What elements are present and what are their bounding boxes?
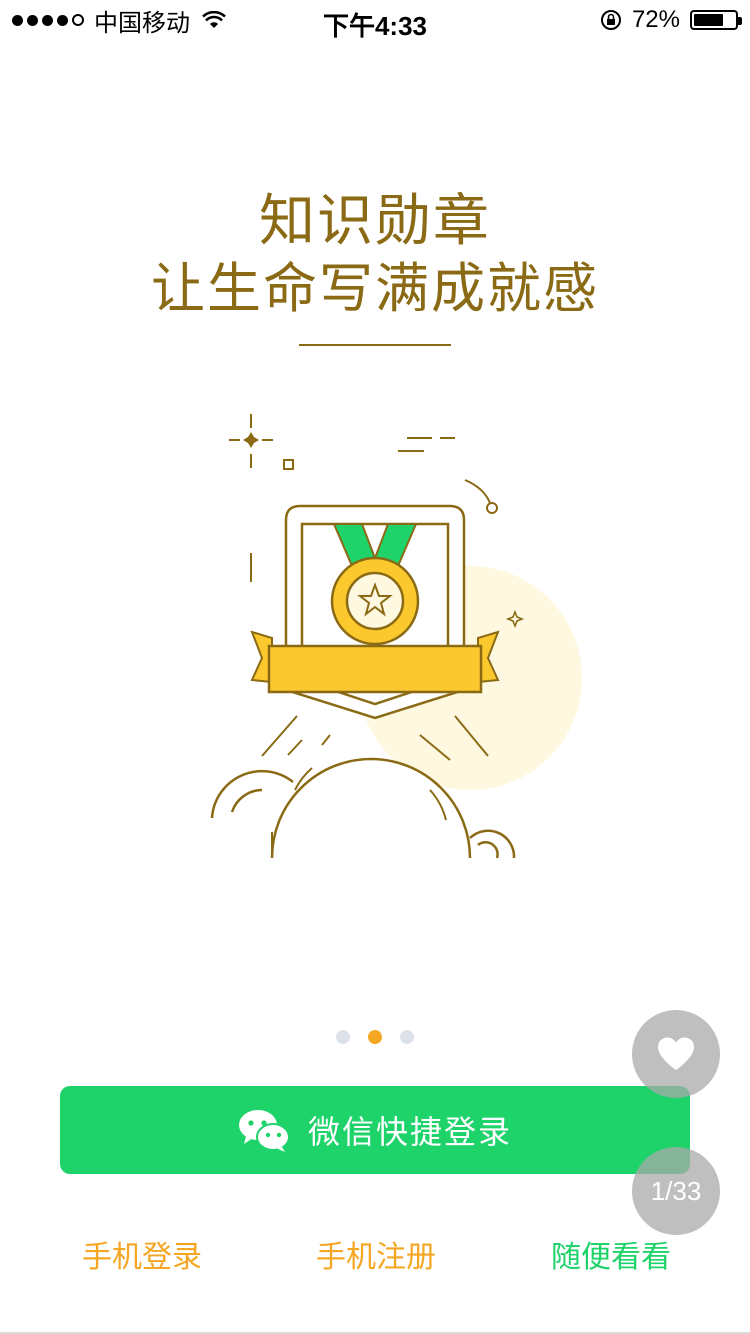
bottom-links: 手机登录 手机注册 随便看看 [0,1232,750,1280]
medal-illustration [210,414,582,859]
favorite-button[interactable] [632,1010,720,1098]
carousel-dot-active[interactable] [368,1030,382,1044]
phone-login-link[interactable]: 手机登录 [82,1232,202,1276]
carousel-dot[interactable] [336,1030,350,1044]
phone-register-link[interactable]: 手机注册 [316,1232,436,1276]
divider [299,344,451,346]
browse-link[interactable]: 随便看看 [551,1232,671,1276]
page-counter[interactable]: 1/33 [632,1147,720,1235]
wechat-icon [238,1110,290,1152]
carousel-dot[interactable] [400,1030,414,1044]
wechat-login-label: 微信快捷登录 [307,1113,512,1151]
battery-percent: 72% [631,6,680,33]
headline-subtitle: 让生命写满成就感 [151,257,599,320]
battery-icon [690,10,742,30]
heart-icon [658,1037,694,1070]
status-right: 72% [600,6,742,34]
status-bar: 中国移动 下午4:33 72% [0,0,750,41]
wechat-login-button[interactable]: 微信快捷登录 [60,1086,690,1174]
orientation-lock-icon [600,10,621,30]
